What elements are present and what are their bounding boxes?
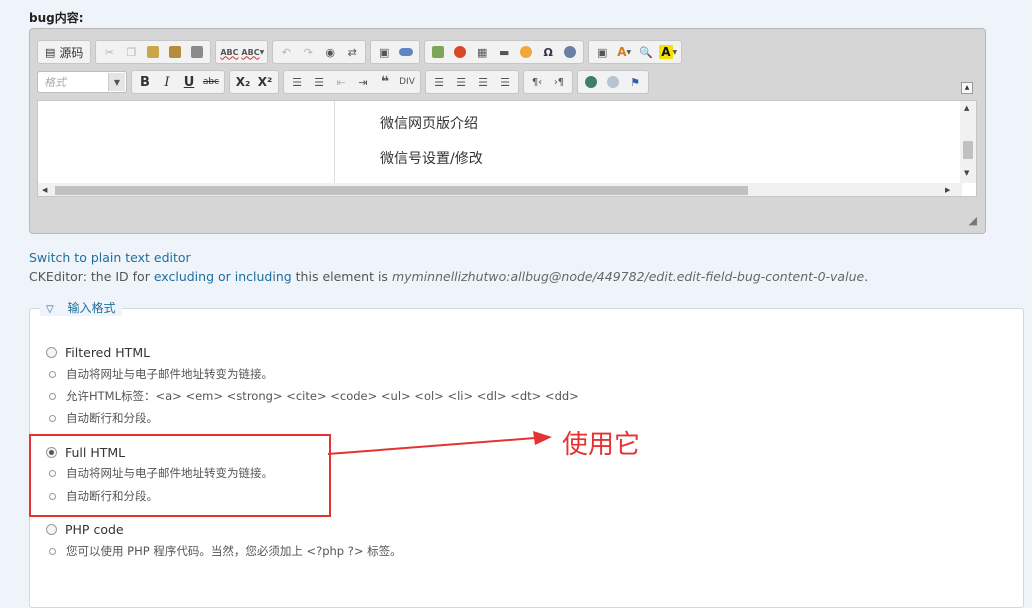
annotation-arrow-icon: [327, 431, 552, 455]
annotation-text: 使用它: [562, 430, 641, 460]
